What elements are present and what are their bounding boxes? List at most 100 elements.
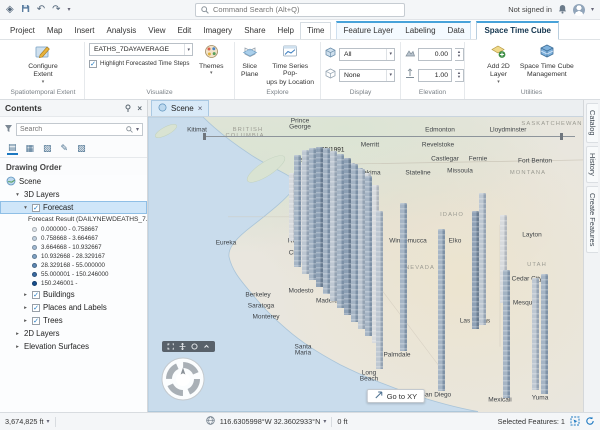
space-time-column[interactable] [294, 155, 301, 267]
expand-collapse-icon[interactable]: ▸ [14, 331, 21, 337]
tree-item-forecast[interactable]: ▾ ✓ Forecast [0, 201, 147, 214]
command-search[interactable] [195, 3, 405, 17]
qat-customize-icon[interactable]: ▾ [67, 6, 70, 13]
space-time-column[interactable] [316, 147, 323, 287]
tree-item-places-and-labels[interactable]: ▸ ✓ Places and Labels [0, 301, 147, 314]
redo-icon[interactable]: ↷ [52, 4, 60, 15]
time-slider-end-handle[interactable] [560, 133, 563, 140]
elevation-offset-stepper[interactable]: ▲▼ [455, 48, 464, 61]
go-to-xy-button[interactable]: Go to XY [367, 389, 425, 403]
configure-extent-button[interactable]: Configure Extent ▾ [26, 43, 59, 86]
account-chevron-down-icon[interactable]: ▾ [591, 6, 594, 13]
ribbon-tab-time[interactable]: Time [300, 22, 331, 39]
command-search-input[interactable] [213, 5, 399, 14]
space-time-column[interactable] [472, 211, 479, 329]
legend-item[interactable]: 10.932668 - 28.329167 [0, 252, 147, 261]
space-time-column[interactable] [438, 229, 445, 391]
list-by-source-icon[interactable]: ▦ [25, 142, 36, 155]
tree-item-trees[interactable]: ▸ ✓ Trees [0, 314, 147, 327]
filter-funnel-icon[interactable] [4, 120, 13, 138]
ribbon-tab-insert[interactable]: Insert [68, 23, 100, 39]
expand-collapse-icon[interactable]: ▸ [22, 318, 29, 324]
layer-checkbox[interactable]: ✓ [32, 317, 40, 325]
auto-hide-pin-icon[interactable] [124, 104, 132, 112]
sign-in-status[interactable]: Not signed in [508, 5, 552, 14]
space-time-column[interactable] [400, 203, 407, 351]
list-by-editing-icon[interactable]: ✎ [60, 142, 70, 155]
legend-item[interactable]: 3.664668 - 10.932667 [0, 243, 147, 252]
collapse-chevron-icon[interactable] [203, 343, 210, 350]
ribbon-tab-analysis[interactable]: Analysis [100, 23, 142, 39]
ribbon-tab-imagery[interactable]: Imagery [197, 23, 238, 39]
space-time-column[interactable] [323, 148, 330, 294]
undo-icon[interactable]: ↶ [37, 4, 45, 15]
display-none-dropdown[interactable]: None ▾ [339, 69, 395, 82]
ribbon-tab-data[interactable]: Data [442, 23, 471, 39]
space-time-column[interactable] [344, 158, 351, 315]
chevron-down-icon[interactable]: ▾ [136, 126, 139, 133]
variable-dropdown[interactable]: EATHS_7DAYAVERAGE ▾ [89, 43, 193, 56]
space-time-column[interactable] [309, 148, 316, 280]
close-icon[interactable]: × [137, 104, 142, 113]
ribbon-tab-feature-layer[interactable]: Feature Layer [337, 23, 399, 39]
space-time-column[interactable] [479, 193, 486, 325]
cursor-coordinates[interactable]: 116.6305998°W 32.3602933°N ▾ [220, 417, 327, 426]
list-by-snapping-icon[interactable]: ▨ [76, 142, 87, 155]
expand-collapse-icon[interactable]: ▾ [14, 192, 21, 198]
full-extent-icon[interactable] [167, 343, 174, 350]
expand-collapse-icon[interactable]: ▾ [22, 205, 29, 211]
ribbon-tab-share[interactable]: Share [238, 23, 271, 39]
camera-altitude[interactable]: 3,674,825 ft ▾ [5, 417, 50, 426]
list-by-selection-icon[interactable]: ▧ [42, 142, 53, 155]
legend-item[interactable]: 150.246001 - [0, 279, 147, 288]
close-icon[interactable]: × [198, 104, 203, 113]
layer-checkbox[interactable]: ✓ [32, 291, 40, 299]
layer-checkbox[interactable]: ✓ [32, 204, 40, 212]
legend-item[interactable]: 55.000001 - 150.246000 [0, 270, 147, 279]
contents-search-input[interactable] [20, 126, 123, 133]
layer-checkbox[interactable]: ✓ [32, 304, 40, 312]
pan-icon[interactable] [179, 343, 186, 350]
ribbon-tab-help[interactable]: Help [272, 23, 300, 39]
time-slider[interactable] [203, 133, 575, 140]
space-time-column[interactable] [376, 211, 383, 369]
space-time-column[interactable] [532, 278, 539, 390]
slice-plane-button[interactable]: Slice Plane [239, 43, 260, 80]
expand-collapse-icon[interactable]: ▸ [22, 305, 29, 311]
add-2d-layer-button[interactable]: Add 2D Layer ▾ [485, 43, 512, 86]
selection-icon[interactable] [570, 416, 580, 428]
space-time-column[interactable] [541, 274, 548, 394]
space-time-column[interactable] [358, 169, 365, 329]
avatar[interactable] [573, 4, 585, 16]
space-time-column[interactable] [337, 154, 344, 308]
dock-tab-history[interactable]: History [586, 146, 598, 183]
display-all-dropdown[interactable]: All ▾ [339, 48, 395, 61]
space-time-cube-management-button[interactable]: Space Time Cube Management [516, 43, 578, 80]
tree-item-2d-layers[interactable]: ▸ 2D Layers [0, 327, 147, 340]
expand-collapse-icon[interactable]: ▸ [22, 292, 29, 298]
highlight-forecast-checkbox-row[interactable]: ✓ Highlight Forecasted Time Steps [89, 60, 193, 68]
ribbon-tab-project[interactable]: Project [4, 23, 41, 39]
ribbon-tab-edit[interactable]: Edit [171, 23, 197, 39]
vertical-exaggeration-input[interactable]: 1.00 [418, 69, 452, 82]
ribbon-tab-labeling[interactable]: Labeling [399, 23, 441, 39]
dock-tab-catalog[interactable]: Catalog [586, 103, 598, 142]
vertical-exaggeration-stepper[interactable]: ▲▼ [455, 69, 464, 82]
elevation-offset-input[interactable]: 0.00 [418, 48, 452, 61]
view-tab-scene[interactable]: Scene × [151, 100, 209, 116]
tree-item-3d-layers[interactable]: ▾ 3D Layers [0, 188, 147, 201]
scene-view[interactable]: 1/25/1991 [148, 117, 583, 412]
expand-collapse-icon[interactable]: ▸ [14, 344, 21, 350]
space-time-column[interactable] [365, 176, 372, 336]
legend-item[interactable]: 28.329168 - 55.000000 [0, 261, 147, 270]
space-time-column[interactable] [503, 270, 510, 398]
refresh-icon[interactable] [585, 416, 595, 428]
tab-space-time-cube[interactable]: Space Time Cube [476, 21, 559, 40]
tree-item-scene[interactable]: Scene [0, 175, 147, 188]
save-icon[interactable] [21, 4, 30, 16]
dock-tab-create-features[interactable]: Create Features [586, 186, 598, 253]
space-time-column[interactable] [351, 164, 358, 322]
ribbon-tab-view[interactable]: View [142, 23, 171, 39]
themes-button[interactable]: Themes ▾ [197, 43, 226, 78]
list-by-drawing-order-icon[interactable]: ▤ [7, 142, 18, 155]
